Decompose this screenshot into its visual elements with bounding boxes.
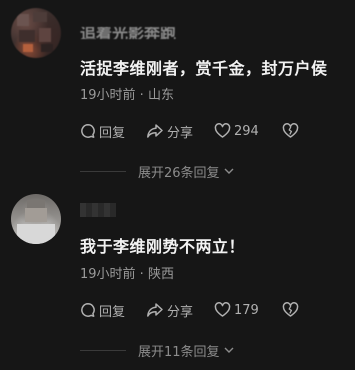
- divider-line: [80, 170, 126, 172]
- chevron-down-icon: [224, 347, 234, 353]
- comment-list: 追着光影奔跑 活捉李维刚者，赏千金，封万户侯 19小时前 · 山东 回复 分享: [0, 0, 355, 370]
- share-button[interactable]: 分享: [146, 301, 214, 320]
- username[interactable]: 追着光影奔跑: [80, 27, 176, 39]
- username[interactable]: [80, 203, 116, 217]
- expand-replies-button[interactable]: 展开11条回复: [80, 342, 355, 360]
- chevron-down-icon: [224, 168, 234, 174]
- comment-item: 我于李维刚势不两立！ 19小时前 · 陕西 回复 分享 179 展开11条回复: [0, 185, 355, 370]
- share-button[interactable]: 分享: [146, 122, 214, 141]
- share-arrow-icon: [147, 124, 163, 138]
- avatar[interactable]: [11, 8, 61, 58]
- expand-replies-label: 展开26条回复: [138, 165, 220, 181]
- reply-label: 回复: [99, 304, 126, 320]
- reply-label: 回复: [99, 125, 126, 141]
- comment-item: 追着光影奔跑 活捉李维刚者，赏千金，封万户侯 19小时前 · 山东 回复 分享: [0, 0, 355, 185]
- like-count: 294: [234, 123, 259, 139]
- comment-location: 陕西: [147, 267, 174, 282]
- dislike-button[interactable]: [282, 123, 299, 139]
- comment-meta: 19小时前 · 山东: [80, 84, 174, 103]
- meta-separator: ·: [135, 267, 148, 282]
- heart-icon: [214, 123, 231, 138]
- comment-location: 山东: [147, 88, 174, 103]
- avatar[interactable]: [11, 194, 61, 244]
- reply-button[interactable]: 回复: [80, 301, 146, 320]
- like-count: 179: [234, 302, 259, 318]
- heart-icon: [214, 302, 231, 317]
- divider-line: [80, 349, 126, 351]
- dislike-button[interactable]: [282, 302, 299, 318]
- comment-text: 我于李维刚势不两立！: [80, 237, 246, 256]
- share-label: 分享: [167, 125, 194, 141]
- broken-heart-icon: [282, 302, 299, 317]
- meta-separator: ·: [135, 88, 148, 103]
- share-label: 分享: [167, 304, 194, 320]
- broken-heart-icon: [282, 123, 299, 138]
- comment-time: 19小时前: [80, 88, 136, 103]
- expand-replies-button[interactable]: 展开26条回复: [80, 163, 355, 181]
- like-button[interactable]: 294: [214, 123, 282, 139]
- comment-meta: 19小时前 · 陕西: [80, 263, 174, 282]
- comment-actions: 回复 分享 294: [80, 121, 299, 141]
- share-arrow-icon: [147, 303, 163, 317]
- chat-bubble-icon: [81, 124, 95, 138]
- comment-actions: 回复 分享 179: [80, 300, 299, 320]
- expand-replies-label: 展开11条回复: [138, 344, 220, 360]
- comment-time: 19小时前: [80, 267, 136, 282]
- reply-button[interactable]: 回复: [80, 122, 146, 141]
- comment-text: 活捉李维刚者，赏千金，封万户侯: [80, 59, 328, 78]
- like-button[interactable]: 179: [214, 302, 282, 318]
- chat-bubble-icon: [81, 303, 95, 317]
